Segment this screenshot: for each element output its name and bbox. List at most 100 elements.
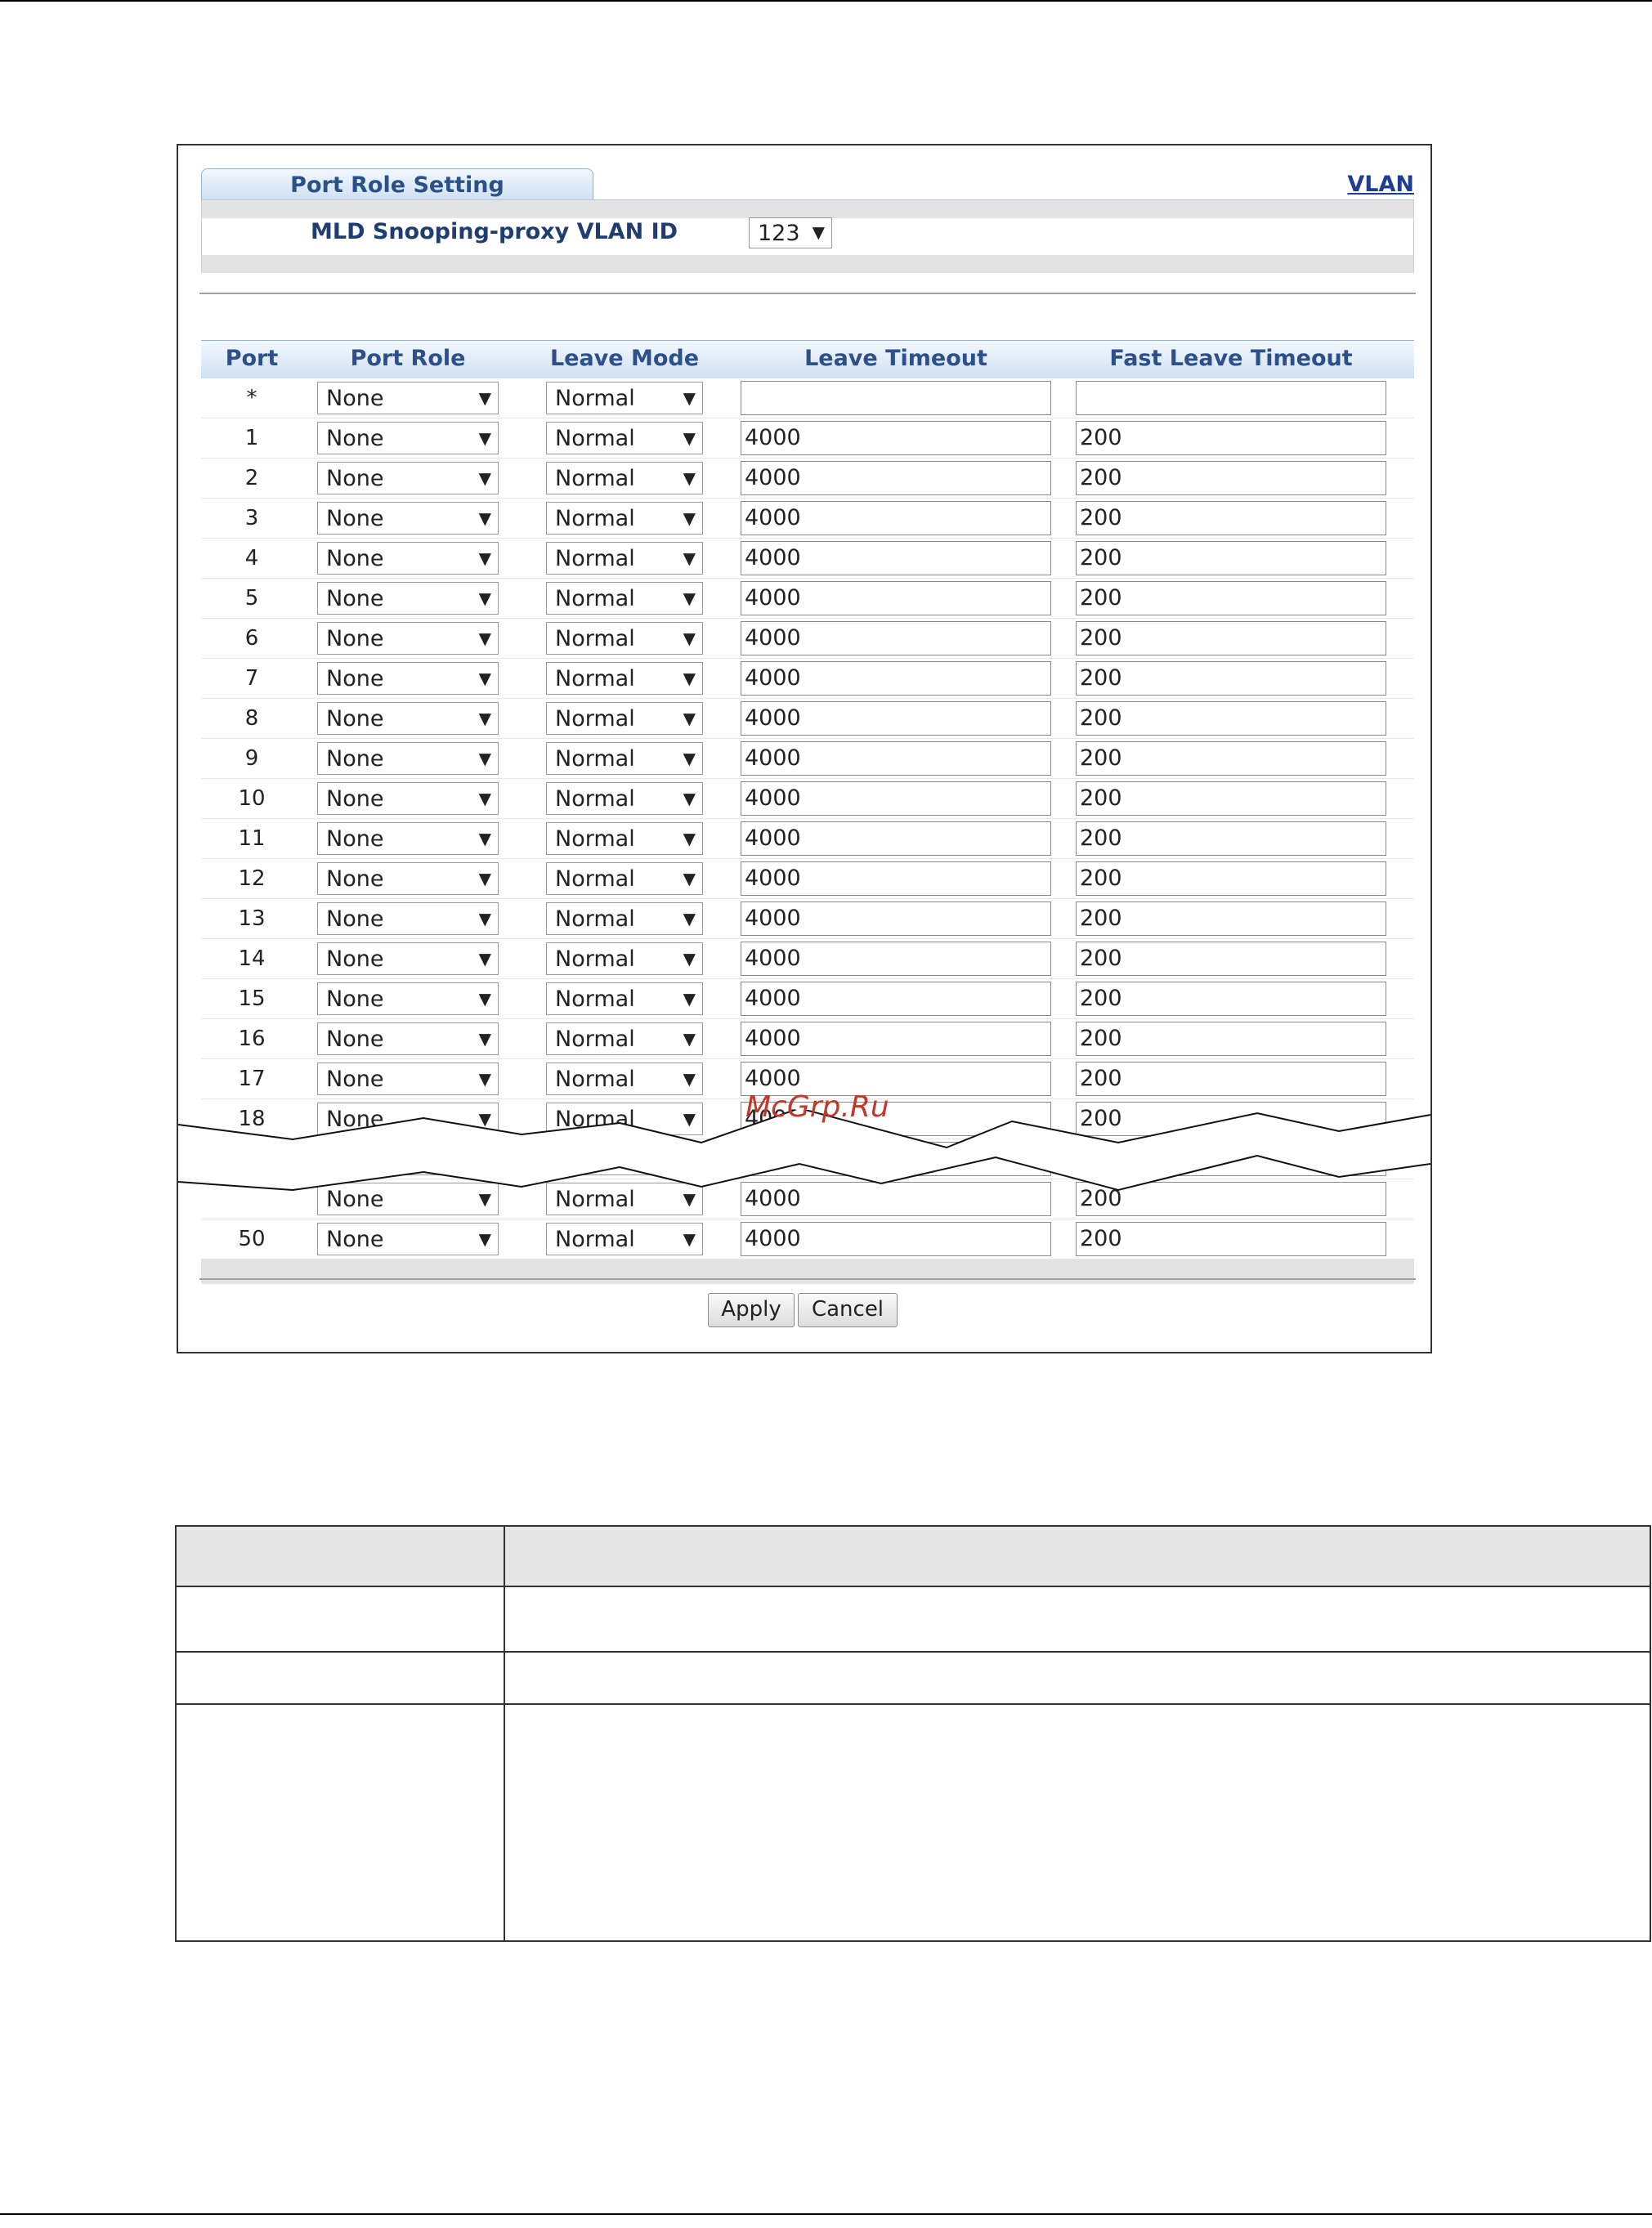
fast-leave-timeout-input[interactable] <box>1076 381 1386 415</box>
vlan-id-select[interactable]: 123 ▼ <box>749 217 832 248</box>
leave-timeout-input[interactable]: 4000 <box>741 461 1051 495</box>
leave-mode-select[interactable]: Normal ▼ <box>546 1223 703 1255</box>
leave-timeout-input[interactable]: 4000 <box>741 661 1051 696</box>
port-role-select[interactable]: None ▼ <box>317 1063 499 1095</box>
port-role-select[interactable]: None ▼ <box>317 542 499 575</box>
tab-port-role-setting[interactable]: Port Role Setting <box>201 168 593 200</box>
dropdown-arrow-icon: ▼ <box>478 548 491 568</box>
leave-mode-select[interactable]: Normal ▼ <box>546 502 703 535</box>
port-role-select[interactable]: None ▼ <box>317 942 499 975</box>
dropdown-arrow-icon: ▼ <box>478 669 491 688</box>
leave-timeout-input[interactable]: 4000 <box>741 901 1051 936</box>
fast-leave-timeout-input[interactable]: 200 <box>1076 821 1386 856</box>
leave-mode-select[interactable]: Normal ▼ <box>546 702 703 735</box>
port-role-select[interactable]: None ▼ <box>317 622 499 655</box>
leave-timeout-input[interactable]: 4000 <box>741 581 1051 615</box>
port-role-select[interactable]: None ▼ <box>317 702 499 735</box>
port-cell: 11 <box>238 826 266 851</box>
fast-leave-timeout-input[interactable]: 200 <box>1076 901 1386 936</box>
table-row: 13 None ▼ Normal ▼ 4000 200 <box>201 899 1414 939</box>
leave-mode-select[interactable]: Normal ▼ <box>546 982 703 1015</box>
leave-timeout-input[interactable]: 4000 <box>741 781 1051 816</box>
table-row: 12 None ▼ Normal ▼ 4000 200 <box>201 859 1414 899</box>
leave-mode-select[interactable]: Normal ▼ <box>546 1022 703 1055</box>
port-cell: 4 <box>244 546 259 570</box>
leave-timeout-input[interactable]: 4000 <box>741 421 1051 455</box>
fast-leave-timeout-input[interactable]: 200 <box>1076 781 1386 816</box>
port-role-select[interactable]: None ▼ <box>317 822 499 855</box>
fast-leave-timeout-input[interactable]: 200 <box>1076 621 1386 655</box>
fast-leave-timeout-input[interactable]: 200 <box>1076 701 1386 736</box>
leave-timeout-input[interactable]: 4000 <box>741 821 1051 856</box>
fast-leave-timeout-input[interactable]: 200 <box>1076 861 1386 896</box>
port-role-select[interactable]: None ▼ <box>317 782 499 815</box>
fast-leave-timeout-input[interactable]: 200 <box>1076 982 1386 1016</box>
fast-leave-timeout-input[interactable]: 200 <box>1076 741 1386 776</box>
cancel-button[interactable]: Cancel <box>798 1293 898 1327</box>
port-cell: 7 <box>244 666 259 691</box>
fast-leave-timeout-input[interactable]: 200 <box>1076 1062 1386 1096</box>
leave-mode-select[interactable]: Normal ▼ <box>546 662 703 695</box>
leave-mode-select[interactable]: Normal ▼ <box>546 902 703 935</box>
port-role-select[interactable]: None ▼ <box>317 982 499 1015</box>
leave-timeout-input[interactable] <box>741 381 1051 415</box>
dropdown-arrow-icon: ▼ <box>683 629 696 648</box>
fast-leave-timeout-input[interactable]: 200 <box>1076 581 1386 615</box>
leave-timeout-input[interactable]: 4000 <box>741 541 1051 575</box>
leave-mode-value: Normal <box>555 426 635 451</box>
vlan-id-label: MLD Snooping-proxy VLAN ID <box>311 219 678 244</box>
port-role-value: None <box>326 626 384 651</box>
apply-button[interactable]: Apply <box>708 1293 795 1327</box>
port-role-select[interactable]: None ▼ <box>317 422 499 454</box>
fast-leave-timeout-input[interactable]: 200 <box>1076 1222 1386 1256</box>
leave-mode-select[interactable]: Normal ▼ <box>546 942 703 975</box>
port-role-select[interactable]: None ▼ <box>317 1223 499 1255</box>
leave-mode-value: Normal <box>555 706 635 731</box>
port-role-select[interactable]: None ▼ <box>317 902 499 935</box>
leave-timeout-input[interactable]: 4000 <box>741 942 1051 976</box>
leave-mode-value: Normal <box>555 906 635 932</box>
fast-leave-timeout-input[interactable]: 200 <box>1076 461 1386 495</box>
port-role-select[interactable]: None ▼ <box>317 1022 499 1055</box>
leave-mode-select[interactable]: Normal ▼ <box>546 382 703 414</box>
leave-timeout-input[interactable]: 4000 <box>741 1222 1051 1256</box>
fast-leave-timeout-input[interactable]: 200 <box>1076 1022 1386 1056</box>
leave-timeout-input[interactable]: 4000 <box>741 982 1051 1016</box>
table-row: 2 None ▼ Normal ▼ 4000 200 <box>201 459 1414 499</box>
leave-mode-select[interactable]: Normal ▼ <box>546 1063 703 1095</box>
port-role-select[interactable]: None ▼ <box>317 862 499 895</box>
fast-leave-timeout-input[interactable]: 200 <box>1076 421 1386 455</box>
leave-timeout-input[interactable]: 4000 <box>741 1022 1051 1056</box>
port-role-select[interactable]: None ▼ <box>317 502 499 535</box>
page-top-rule <box>0 0 1652 2</box>
dropdown-arrow-icon: ▼ <box>683 388 696 408</box>
fast-leave-timeout-input[interactable]: 200 <box>1076 541 1386 575</box>
fast-leave-timeout-input[interactable]: 200 <box>1076 501 1386 535</box>
leave-timeout-input[interactable]: 4000 <box>741 741 1051 776</box>
port-role-select[interactable]: None ▼ <box>317 462 499 494</box>
leave-mode-select[interactable]: Normal ▼ <box>546 862 703 895</box>
leave-timeout-input[interactable]: 4000 <box>741 701 1051 736</box>
leave-timeout-input[interactable]: 4000 <box>741 861 1051 896</box>
header-leave-timeout: Leave Timeout <box>804 346 987 371</box>
fast-leave-timeout-input[interactable]: 200 <box>1076 661 1386 696</box>
leave-timeout-input[interactable]: 4000 <box>741 501 1051 535</box>
leave-mode-select[interactable]: Normal ▼ <box>546 622 703 655</box>
leave-mode-select[interactable]: Normal ▼ <box>546 582 703 615</box>
port-role-select[interactable]: None ▼ <box>317 742 499 775</box>
port-role-select[interactable]: None ▼ <box>317 382 499 414</box>
leave-mode-select[interactable]: Normal ▼ <box>546 422 703 454</box>
port-role-select[interactable]: None ▼ <box>317 662 499 695</box>
leave-mode-select[interactable]: Normal ▼ <box>546 542 703 575</box>
leave-mode-select[interactable]: Normal ▼ <box>546 742 703 775</box>
leave-mode-select[interactable]: Normal ▼ <box>546 822 703 855</box>
leave-mode-value: Normal <box>555 826 635 852</box>
leave-mode-select[interactable]: Normal ▼ <box>546 462 703 494</box>
vlan-link[interactable]: VLAN <box>1347 172 1414 197</box>
fast-leave-timeout-input[interactable]: 200 <box>1076 942 1386 976</box>
dropdown-arrow-icon: ▼ <box>683 869 696 888</box>
leave-timeout-input[interactable]: 4000 <box>741 621 1051 655</box>
port-role-select[interactable]: None ▼ <box>317 582 499 615</box>
leave-mode-select[interactable]: Normal ▼ <box>546 782 703 815</box>
dropdown-arrow-icon: ▼ <box>683 428 696 448</box>
